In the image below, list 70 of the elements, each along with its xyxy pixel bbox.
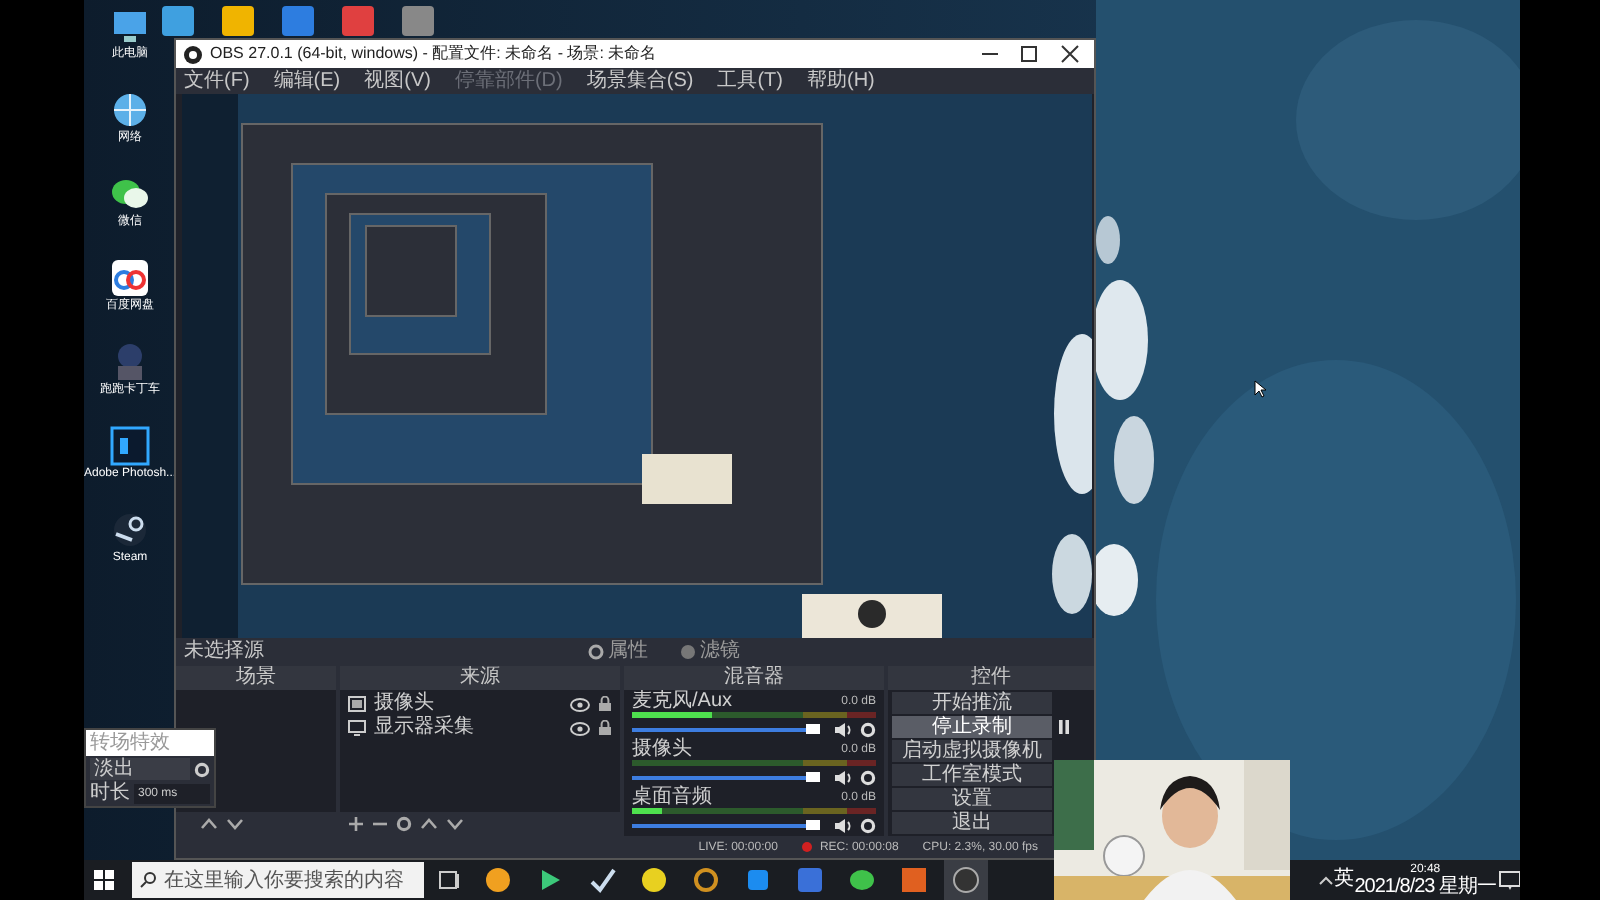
add-icon[interactable] — [348, 816, 364, 832]
slider-handle[interactable] — [806, 724, 821, 734]
app-icon[interactable] — [640, 866, 668, 894]
app-icon[interactable] — [220, 4, 256, 36]
track-name: 摄像头 — [632, 738, 692, 760]
control-button[interactable]: 工作室模式 — [892, 764, 1052, 786]
menu-item[interactable]: 编辑(E) — [273, 69, 341, 93]
source-item[interactable]: 显示器采集 — [374, 716, 562, 740]
move-up-icon[interactable] — [200, 816, 218, 832]
app-icon[interactable] — [400, 4, 436, 36]
source-item[interactable]: 摄像头 — [374, 692, 562, 716]
slider-handle[interactable] — [806, 772, 821, 782]
eye-icon[interactable] — [570, 721, 590, 735]
track-name: 桌面音频 — [632, 786, 712, 808]
globe-icon[interactable] — [110, 90, 150, 130]
input-method[interactable]: 英 — [1334, 868, 1355, 892]
search-icon — [140, 872, 156, 888]
monitor-icon — [348, 720, 366, 736]
chevron-up-icon[interactable] — [1318, 872, 1335, 888]
pause-icon[interactable] — [1056, 716, 1072, 738]
control-button[interactable]: 开始推流 — [892, 692, 1052, 714]
volume-slider[interactable] — [632, 818, 826, 832]
control-button[interactable]: 设置 — [892, 788, 1052, 810]
camera-icon — [348, 696, 366, 712]
browser-icon[interactable] — [484, 866, 512, 894]
control-button[interactable]: 退出 — [892, 812, 1052, 834]
record-dot-icon — [801, 842, 812, 852]
move-down-icon[interactable] — [446, 816, 464, 832]
speaker-icon[interactable] — [834, 769, 852, 785]
dock-title: 控件 — [971, 666, 1011, 690]
app-tile-icon[interactable] — [110, 426, 150, 466]
move-up-icon[interactable] — [420, 816, 438, 832]
lock-icon[interactable] — [598, 720, 612, 736]
chat-bubbles-icon[interactable] — [110, 174, 150, 214]
chat-bubbles-icon[interactable] — [848, 866, 876, 894]
app-tile-icon[interactable] — [900, 866, 928, 894]
app-icon[interactable] — [692, 866, 720, 894]
properties-button[interactable]: 属性 — [580, 640, 656, 664]
search-field[interactable]: 在这里输入你要搜索的内容 — [132, 862, 424, 898]
dock-title: 场景 — [236, 666, 276, 690]
menu-item[interactable]: 帮助(H) — [806, 69, 875, 93]
control-button[interactable]: 停止录制 — [892, 716, 1052, 738]
transition-dropdown[interactable]: 淡出 — [90, 758, 190, 780]
volume-slider[interactable] — [632, 722, 826, 736]
dock-title: 来源 — [460, 666, 500, 690]
notification-icon[interactable] — [1496, 868, 1520, 892]
app-tile-icon[interactable] — [796, 866, 824, 894]
menu-item[interactable]: 视图(V) — [364, 69, 431, 93]
app-icon[interactable] — [160, 4, 196, 36]
volume-slider[interactable] — [632, 770, 826, 784]
speaker-icon[interactable] — [834, 721, 852, 737]
app-logo-icon[interactable] — [952, 866, 980, 894]
menu-item[interactable]: 工具(T) — [717, 69, 783, 93]
filters-button[interactable]: 滤镜 — [672, 640, 748, 664]
app-logo-icon — [184, 45, 202, 63]
play-icon[interactable] — [536, 866, 564, 894]
source-status: 未选择源 — [184, 640, 266, 664]
window-title: OBS 27.0.1 (64-bit, windows) - 配置文件: 未命名 - 场景: 未命名 — [210, 42, 659, 66]
menu-item[interactable]: 场景集合(S) — [586, 69, 694, 93]
computer-icon[interactable] — [110, 6, 150, 46]
lock-icon[interactable] — [598, 696, 612, 712]
duration-label: 时长 — [90, 782, 130, 804]
eye-icon[interactable] — [570, 697, 590, 711]
control-button[interactable]: 启动虚拟摄像机 — [892, 740, 1052, 762]
speaker-icon[interactable] — [834, 817, 852, 833]
track-name: 麦克风/Aux — [632, 690, 733, 712]
menu-item[interactable]: 文件(F) — [184, 69, 250, 93]
slider-handle[interactable] — [806, 820, 821, 830]
move-down-icon[interactable] — [226, 816, 244, 832]
app-icon[interactable] — [744, 866, 772, 894]
